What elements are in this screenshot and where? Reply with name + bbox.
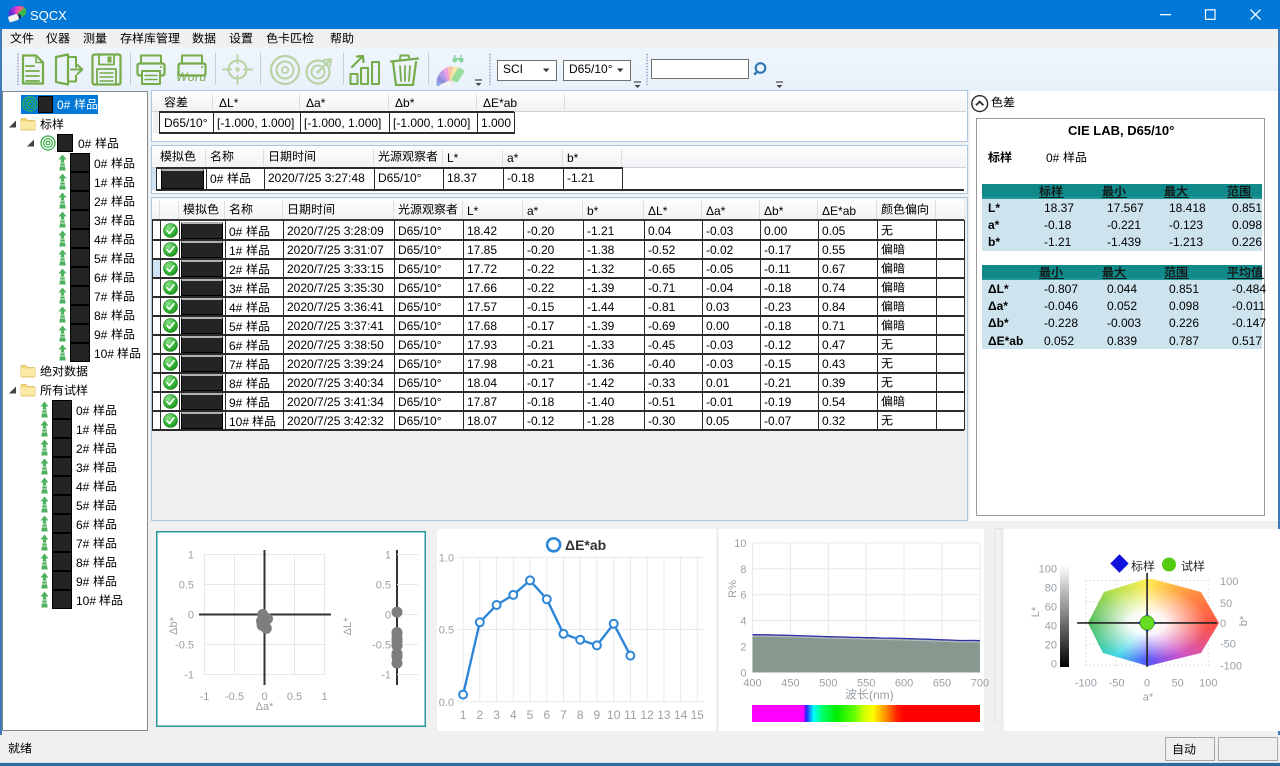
svg-text:-50: -50	[1220, 639, 1236, 651]
svg-text:ΔE*ab: ΔE*ab	[565, 537, 606, 553]
svg-text:10: 10	[734, 538, 746, 550]
svg-text:-1: -1	[200, 691, 210, 703]
svg-text:14: 14	[674, 708, 688, 722]
svg-text:0: 0	[1051, 659, 1057, 671]
svg-text:b*: b*	[1238, 615, 1250, 626]
svg-text:50: 50	[1172, 678, 1184, 690]
svg-text:2: 2	[740, 642, 746, 654]
svg-text:11: 11	[624, 708, 637, 722]
svg-text:13: 13	[657, 708, 671, 722]
svg-text:8: 8	[577, 708, 584, 722]
svg-text:5: 5	[527, 708, 534, 722]
svg-text:7: 7	[560, 708, 567, 722]
svg-text:700: 700	[971, 677, 989, 689]
svg-text:-1: -1	[184, 670, 194, 682]
svg-text:12: 12	[640, 708, 654, 722]
svg-text:4: 4	[510, 708, 517, 722]
svg-text:6: 6	[740, 590, 746, 602]
svg-text:100: 100	[1220, 576, 1238, 588]
svg-text:-100: -100	[1220, 661, 1242, 673]
svg-text:-0.5: -0.5	[225, 691, 244, 703]
svg-text:0.5: 0.5	[376, 580, 391, 592]
svg-text:-50: -50	[1109, 678, 1125, 690]
svg-text:15: 15	[691, 708, 705, 722]
svg-text:1: 1	[385, 550, 391, 562]
svg-text:450: 450	[781, 677, 799, 689]
svg-text:-1: -1	[381, 670, 391, 682]
svg-text:0.0: 0.0	[439, 697, 454, 709]
svg-text:a*: a*	[1143, 692, 1154, 704]
svg-text:6: 6	[543, 708, 550, 722]
svg-text:0.5: 0.5	[287, 691, 302, 703]
svg-text:1: 1	[460, 708, 467, 722]
svg-text:80: 80	[1045, 583, 1057, 595]
svg-text:3: 3	[493, 708, 500, 722]
svg-text:0: 0	[188, 610, 194, 622]
svg-text:2: 2	[476, 708, 483, 722]
svg-text:0: 0	[385, 610, 391, 622]
svg-text:-0.5: -0.5	[372, 640, 391, 652]
svg-text:R%: R%	[727, 580, 739, 598]
svg-text:40: 40	[1045, 621, 1057, 633]
svg-text:0: 0	[1144, 678, 1150, 690]
svg-text:1.0: 1.0	[439, 552, 454, 564]
svg-text:60: 60	[1045, 602, 1057, 614]
svg-text:8: 8	[740, 564, 746, 576]
svg-text:1: 1	[188, 550, 194, 562]
svg-text:ΔL*: ΔL*	[342, 617, 354, 635]
svg-text:4: 4	[740, 616, 746, 628]
svg-text:600: 600	[895, 677, 913, 689]
svg-text:Δb*: Δb*	[168, 616, 180, 634]
svg-text:500: 500	[819, 677, 837, 689]
svg-text:0.5: 0.5	[179, 580, 194, 592]
svg-text:0.5: 0.5	[439, 625, 454, 637]
svg-text:10: 10	[607, 708, 621, 722]
svg-text:50: 50	[1220, 598, 1232, 610]
svg-text:Δa*: Δa*	[256, 701, 274, 713]
svg-text:9: 9	[594, 708, 601, 722]
svg-text:650: 650	[933, 677, 951, 689]
svg-text:0: 0	[1220, 618, 1226, 630]
svg-text:100: 100	[1039, 564, 1057, 576]
svg-text:-100: -100	[1075, 678, 1097, 690]
svg-text:1: 1	[321, 691, 327, 703]
svg-text:L*: L*	[1030, 606, 1042, 617]
svg-text:100: 100	[1199, 678, 1217, 690]
svg-text:0: 0	[740, 667, 746, 679]
svg-text:-0.5: -0.5	[175, 640, 194, 652]
svg-text:20: 20	[1045, 640, 1057, 652]
